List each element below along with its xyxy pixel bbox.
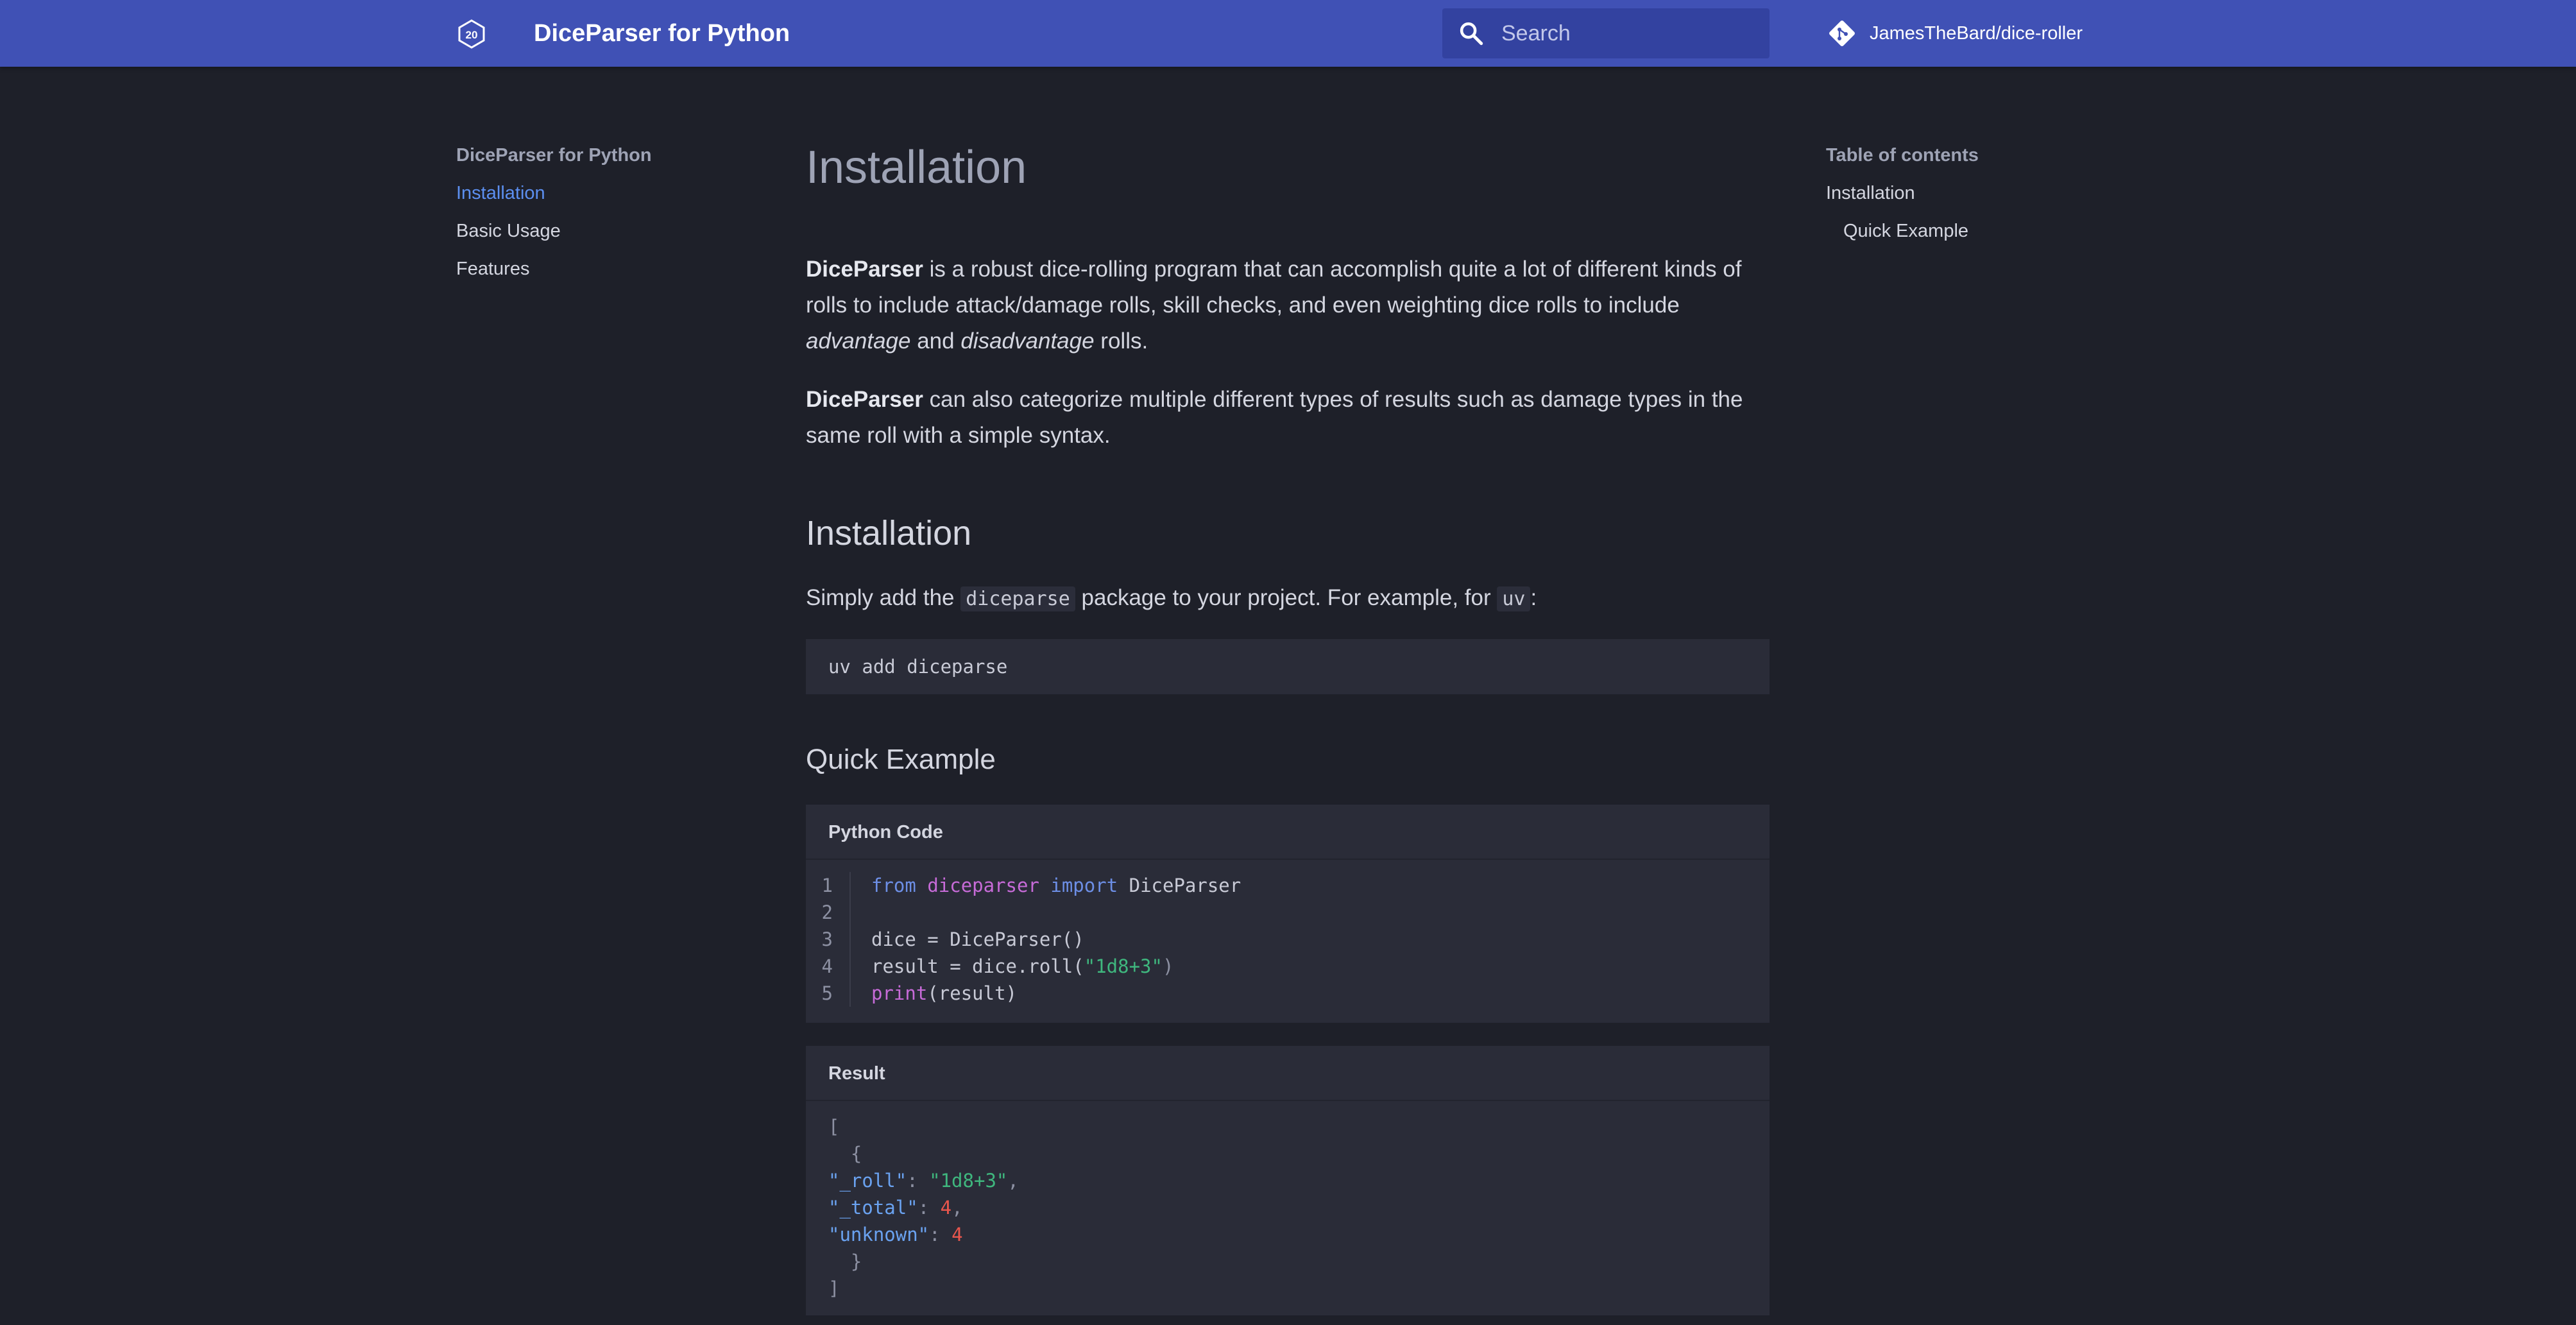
code-line: 4 result = dice.roll("1d8+3"): [806, 953, 1770, 980]
install-command: uv add diceparse: [828, 656, 1008, 678]
table-of-contents: Table of contents Installation Quick Exa…: [1826, 142, 2147, 256]
product-name: DiceParser: [806, 387, 923, 412]
code-line: 2: [806, 899, 1770, 926]
code-line: 1 from diceparser import DiceParser: [806, 872, 1770, 899]
repository-name[interactable]: JamesTheBard/dice-roller: [1870, 23, 2083, 44]
python-code-block[interactable]: Python Code 1 from diceparser import Dic…: [806, 805, 1770, 1023]
line-number: 4: [806, 953, 851, 980]
intro-paragraph: DiceParser is a robust dice-rolling prog…: [806, 257, 1742, 354]
code-block-title: Result: [806, 1046, 1770, 1101]
code-line: 3 dice = DiceParser(): [806, 926, 1770, 953]
nav-item-installation[interactable]: Installation: [456, 180, 726, 218]
top-header: 20 DiceParser for Python JamesTheBard/di…: [0, 0, 2576, 67]
quick-example-heading: Quick Example: [806, 744, 996, 775]
search-input[interactable]: [1501, 8, 1758, 58]
svg-text:20: 20: [466, 29, 478, 41]
line-number: 2: [806, 899, 851, 926]
line-number: 5: [806, 980, 851, 1007]
product-name: DiceParser: [806, 257, 923, 282]
d20-logo-icon[interactable]: 20: [457, 19, 486, 49]
toc-title: Table of contents: [1826, 145, 1979, 166]
code-block-title: Python Code: [806, 805, 1770, 860]
search-box[interactable]: [1442, 8, 1770, 58]
nav-item-basic-usage[interactable]: Basic Usage: [456, 218, 726, 256]
toc-item-installation[interactable]: Installation: [1826, 180, 2147, 218]
code-line: 5 print(result): [806, 980, 1770, 1007]
inline-code-uv: uv: [1497, 586, 1531, 611]
repository-link[interactable]: JamesTheBard/dice-roller: [1826, 17, 2083, 50]
site-title[interactable]: DiceParser for Python: [534, 18, 790, 49]
search-icon: [1460, 22, 1483, 46]
installation-paragraph: Simply add the diceparse package to your…: [806, 585, 1537, 611]
line-number: 3: [806, 926, 851, 953]
git-icon: [1829, 21, 1855, 46]
install-command-block[interactable]: uv add diceparse: [806, 639, 1770, 694]
installation-heading: Installation: [806, 514, 972, 552]
nav-item-features[interactable]: Features: [456, 256, 726, 294]
inline-code-package: diceparse: [960, 586, 1075, 611]
page-title: Installation: [806, 142, 1027, 193]
intro-paragraph-2: DiceParser can also categorize multiple …: [806, 387, 1743, 448]
primary-navigation: DiceParser for Python Installation Basic…: [456, 142, 726, 294]
line-number: 1: [806, 872, 851, 899]
nav-title: DiceParser for Python: [456, 145, 652, 166]
result-code-block[interactable]: Result [ { "_roll": "1d8+3", "_total": 4…: [806, 1046, 1770, 1315]
toc-item-quick-example[interactable]: Quick Example: [1826, 218, 2147, 256]
